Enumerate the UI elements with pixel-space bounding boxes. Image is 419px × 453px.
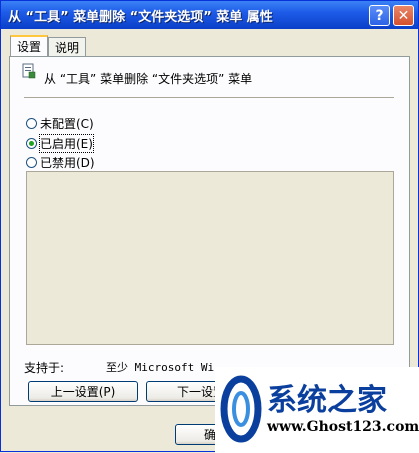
watermark-url: www.Ghost123.com xyxy=(267,419,419,435)
settings-panel: 从 “工具” 菜单删除 “文件夹选项” 菜单 未配置(C) 已启用(E) 已禁用… xyxy=(9,56,410,406)
window-title: 从 “工具” 菜单删除 “文件夹选项” 菜单 属性 xyxy=(8,9,273,25)
previous-setting-button[interactable]: 上一设置(P) xyxy=(28,381,138,402)
supported-on-label: 支持于: xyxy=(24,361,65,375)
tab-settings[interactable]: 设置 xyxy=(10,35,49,56)
radio-disabled-button[interactable] xyxy=(26,157,37,168)
options-area xyxy=(26,171,394,345)
radio-not-configured-button[interactable] xyxy=(26,118,37,129)
properties-dialog: 从 “工具” 菜单删除 “文件夹选项” 菜单 属性 ? ✕ 设置 说明 从 “工… xyxy=(0,0,419,453)
tab-strip: 设置 说明 xyxy=(10,35,87,57)
radio-not-configured[interactable]: 未配置(C) xyxy=(26,115,94,132)
policy-title: 从 “工具” 菜单删除 “文件夹选项” 菜单 xyxy=(44,72,253,86)
separator xyxy=(24,97,394,98)
help-button[interactable]: ? xyxy=(369,5,390,26)
tab-explain[interactable]: 说明 xyxy=(48,37,87,56)
radio-not-configured-label: 未配置(C) xyxy=(40,117,94,131)
radio-enabled-button[interactable] xyxy=(26,138,37,149)
watermark-logo: 系统之家 www.Ghost123.com xyxy=(215,367,419,453)
radio-enabled-label: 已启用(E) xyxy=(39,134,94,153)
watermark-name: 系统之家 xyxy=(267,383,387,418)
policy-setting-icon xyxy=(22,63,36,79)
title-bar[interactable]: 从 “工具” 菜单删除 “文件夹选项” 菜单 属性 ? ✕ xyxy=(1,1,418,29)
close-icon: ✕ xyxy=(397,7,410,24)
radio-enabled[interactable]: 已启用(E) xyxy=(26,134,94,153)
radio-disabled-label: 已禁用(D) xyxy=(40,156,95,170)
radio-disabled[interactable]: 已禁用(D) xyxy=(26,154,95,171)
watermark-logo-icon xyxy=(220,375,262,443)
question-mark-icon: ? xyxy=(375,7,384,24)
close-button[interactable]: ✕ xyxy=(393,5,414,26)
